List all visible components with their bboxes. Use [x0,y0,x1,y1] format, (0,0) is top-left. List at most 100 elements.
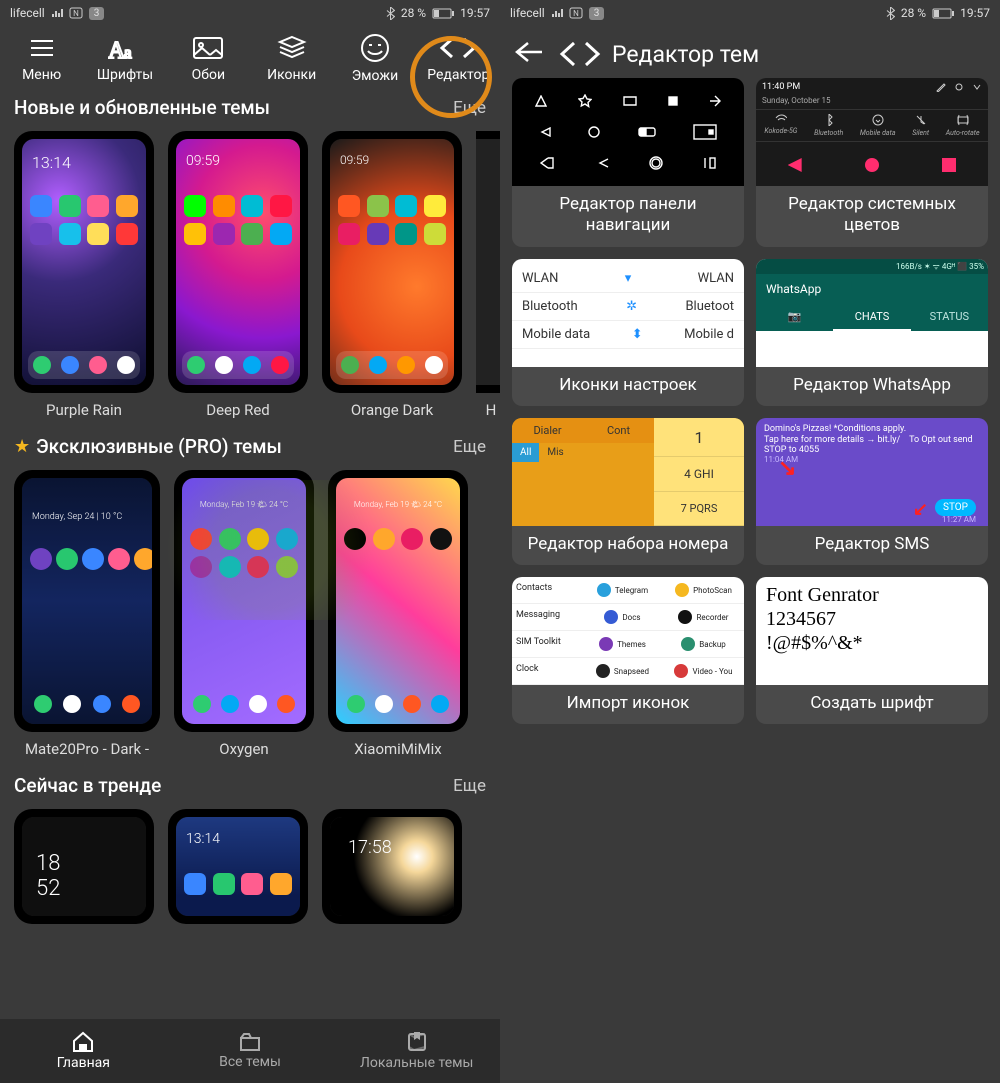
card-label: Редактор набора номера [512,526,744,565]
more-link-new[interactable]: Еще [453,98,486,118]
wallpapers-label: Обои [192,67,225,83]
card-whatsapp-editor[interactable]: 166B/s ✶ ᯤ 4Gᴴ ⬛ 35% WhatsApp 📷CHATSSTAT… [756,259,988,406]
theme-card[interactable]: 1852 [14,809,154,924]
status-bar: lifecell N 3 28 % 19:57 [500,0,1000,26]
svg-text:a: a [124,43,132,62]
battery-icon [432,8,454,19]
section-header-trending: Сейчас в тренде Еще [0,764,500,805]
carrier-label: lifecell [510,6,545,20]
card-sms-editor[interactable]: Domino's Pizzas! *Conditions apply. Tap … [756,418,988,565]
menu-label: Меню [22,67,61,83]
card-label: Создать шрифт [756,685,988,724]
nav-home[interactable]: Главная [0,1019,167,1083]
chevron-down-icon [972,82,982,92]
section-title-new: Новые и обновленные темы [14,96,270,119]
editor-card-grid: Редактор панели навигации 11:40 PM Sunda… [500,78,1000,724]
section-title-pro: ★Эксклюзивные (PRO) темы [14,435,282,458]
fonts-label: Шрифты [97,67,153,83]
theme-row-trending[interactable]: 1852 13:14 17:58 [0,805,500,930]
gear-icon [954,82,964,92]
thumb-system-colors: 11:40 PM Sunday, October 15 Kokode-5G Bl… [756,78,988,186]
card-nav-editor[interactable]: Редактор панели навигации [512,78,744,247]
battery-icon [932,8,954,19]
more-link-pro[interactable]: Еще [453,437,486,457]
theme-card[interactable]: 09:59 Deep Red [168,131,308,419]
editor-screen: lifecell N 3 28 % 19:57 Редактор тем [500,0,1000,1083]
card-import-icons[interactable]: ContactsTelegramPhotoScan MessagingDocsR… [512,577,744,724]
thumb-dialer: DialerCont AllMis 14 GHI7 PQRS [512,418,744,526]
back-button[interactable] [514,40,544,68]
card-label: Редактор SMS [756,526,988,565]
theme-card[interactable]: H [476,131,500,419]
themes-app-screen: lifecell N 3 28 % 19:57 Меню Aa Шрифты [0,0,500,1083]
theme-name: Oxygen [219,740,268,758]
annotation-arrow-icon: ↘ [778,456,796,481]
thumb-whatsapp: 166B/s ✶ ᯤ 4Gᴴ ⬛ 35% WhatsApp 📷CHATSSTAT… [756,259,988,367]
thumb-sms: Domino's Pizzas! *Conditions apply. Tap … [756,418,988,526]
signal-icon [551,8,563,18]
status-bar: lifecell N 3 28 % 19:57 [0,0,500,26]
svg-text:N: N [73,9,79,18]
nav-local-label: Локальные темы [360,1055,473,1071]
carrier-label: lifecell [10,6,45,20]
card-label: Редактор системных цветов [756,186,988,247]
card-dialer-editor[interactable]: DialerCont AllMis 14 GHI7 PQRS Редактор … [512,418,744,565]
theme-name: XiaomiMiMix [354,740,442,758]
theme-card[interactable]: 13:14 Purple Rain [14,131,154,419]
theme-name: Orange Dark [351,401,433,419]
battery-percent: 28 % [401,6,426,20]
nav-all-themes[interactable]: Все темы [167,1019,334,1083]
editor-label: Редактор [427,67,489,83]
card-system-colors[interactable]: 11:40 PM Sunday, October 15 Kokode-5G Bl… [756,78,988,247]
theme-name: Mate20Pro - Dark - [25,740,149,758]
theme-card[interactable]: 13:14 [168,809,308,924]
thumb-font: Font Genrator 1234567 !@#$%^&* [756,577,988,685]
nav-all-label: Все темы [219,1054,281,1070]
edit-icon [936,82,946,92]
wallpapers-button[interactable]: Обои [167,32,250,84]
bottom-nav: Главная Все темы Локальные темы [0,1019,500,1083]
nfc-icon: N [569,7,583,19]
fonts-button[interactable]: Aa Шрифты [83,32,166,84]
card-label: Редактор панели навигации [512,186,744,247]
card-create-font[interactable]: Font Genrator 1234567 !@#$%^&* Создать ш… [756,577,988,724]
icons-label: Иконки [267,67,316,83]
emoji-label: Эможи [352,68,398,84]
thumb-import-icons: ContactsTelegramPhotoScan MessagingDocsR… [512,577,744,685]
thumb-nav [512,78,744,186]
card-label: Импорт иконок [512,685,744,724]
bluetooth-icon [886,7,895,20]
emoji-button[interactable]: Эможи [333,32,416,84]
top-toolbar: Меню Aa Шрифты Обои Иконки Эможи Редакто… [0,26,500,86]
section-header-pro: ★Эксклюзивные (PRO) темы Еще [0,425,500,466]
nav-home-label: Главная [57,1055,110,1071]
section-title-trending: Сейчас в тренде [14,774,161,797]
battery-percent: 28 % [901,6,926,20]
nav-local-themes[interactable]: Локальные темы [333,1019,500,1083]
theme-card[interactable]: Monday, Sep 24 | 10 °C Mate20Pro - Dark … [14,470,160,758]
svg-text:N: N [573,9,579,18]
annotation-arrow-icon: ↙ [913,499,928,520]
bluetooth-icon [386,7,395,20]
card-label: Иконки настроек [512,367,744,406]
page-title: Редактор тем [558,40,759,68]
icons-button[interactable]: Иконки [250,32,333,84]
star-icon: ★ [14,436,30,457]
more-link-trending[interactable]: Еще [453,776,486,796]
editor-header: Редактор тем [500,26,1000,78]
section-header-new: Новые и обновленные темы Еще [0,86,500,127]
card-settings-icons[interactable]: WLAN▾WLAN Bluetooth✲Bluetoot Mobile data… [512,259,744,406]
theme-card[interactable]: 17:58 [322,809,462,924]
menu-button[interactable]: Меню [0,32,83,84]
clock: 19:57 [460,6,490,20]
theme-name: H [486,401,497,419]
card-label: Редактор WhatsApp [756,367,988,406]
theme-card[interactable]: 09:59 Orange Dark [322,131,462,419]
theme-card[interactable]: Monday, Feb 19 🌤 24 °C XiaomiMiMix [328,470,468,758]
thumb-settings: WLAN▾WLAN Bluetooth✲Bluetoot Mobile data… [512,259,744,367]
theme-row-new[interactable]: 13:14 Purple Rain 09:59 De [0,127,500,425]
notification-count-badge: 3 [89,7,105,20]
theme-row-pro[interactable]: Monday, Sep 24 | 10 °C Mate20Pro - Dark … [0,466,500,764]
editor-button[interactable]: Редактор [417,32,500,84]
theme-card[interactable]: Monday, Feb 19 🌤 24 °C Oxygen [174,470,314,758]
